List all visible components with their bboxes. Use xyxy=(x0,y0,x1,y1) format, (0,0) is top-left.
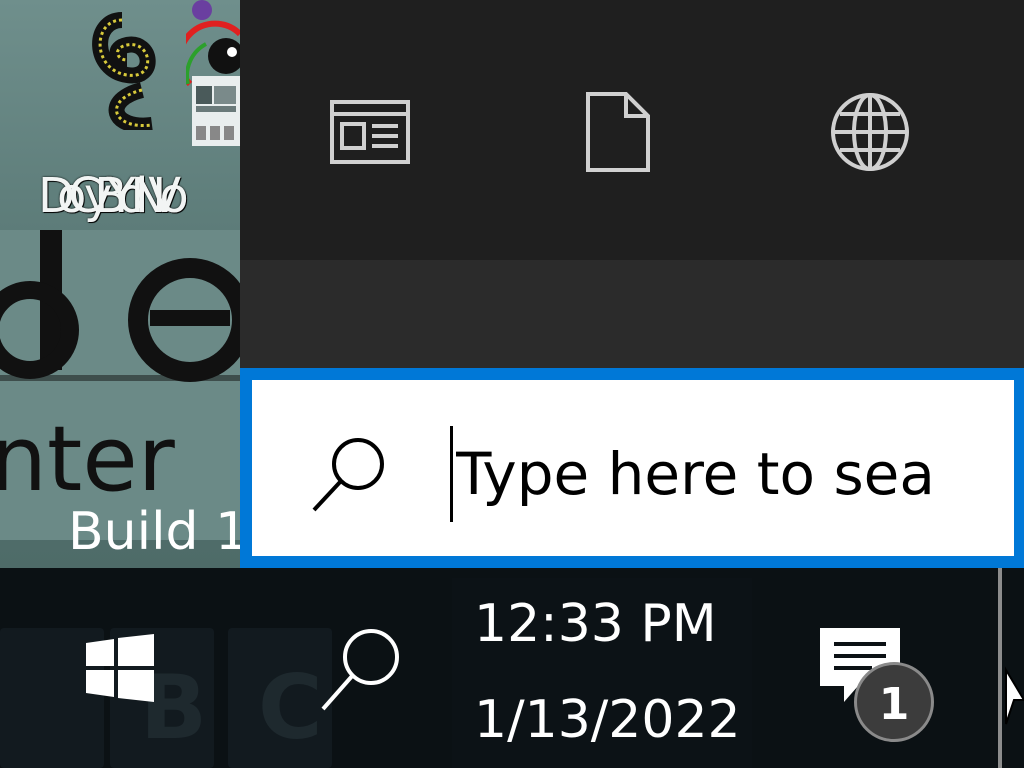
document-icon xyxy=(586,92,650,172)
search-icon xyxy=(321,629,399,711)
clock-time: 12:33 PM xyxy=(474,594,717,654)
notification-count-badge: 1 xyxy=(854,662,934,742)
search-box-inner[interactable] xyxy=(252,380,1014,556)
windows-logo-icon xyxy=(86,634,154,702)
taskbar-search-button[interactable] xyxy=(300,608,420,728)
svg-text:nter: nter xyxy=(0,407,175,512)
desktop-background: DoCyBYdNVo nter Build 1 xyxy=(0,0,240,568)
mouse-cursor-icon xyxy=(1005,666,1024,725)
search-box[interactable] xyxy=(240,368,1024,568)
clock-date: 1/13/2022 xyxy=(474,690,741,750)
clock[interactable]: 12:33 PM 1/13/2022 xyxy=(452,578,752,768)
search-input[interactable] xyxy=(456,428,972,520)
search-icon xyxy=(312,438,384,512)
build-watermark: Build 1 xyxy=(68,502,240,562)
search-results-area xyxy=(240,260,1024,368)
search-flyout xyxy=(240,0,1024,568)
start-button[interactable] xyxy=(60,608,180,728)
documents-filter-button[interactable] xyxy=(576,90,660,174)
search-filters-bar xyxy=(240,0,1024,260)
wallpaper-logo: nter xyxy=(0,230,240,540)
desktop-app-icon[interactable] xyxy=(186,14,240,146)
action-center-button[interactable]: 1 xyxy=(800,614,960,754)
show-desktop-button[interactable] xyxy=(998,568,1002,768)
apps-filter-button[interactable] xyxy=(328,90,412,174)
news-window-icon xyxy=(330,100,410,164)
desktop-icon-label[interactable]: DoCyBYdNVo xyxy=(38,168,238,224)
text-caret xyxy=(450,426,453,522)
globe-icon xyxy=(831,93,909,171)
web-filter-button[interactable] xyxy=(828,90,912,174)
